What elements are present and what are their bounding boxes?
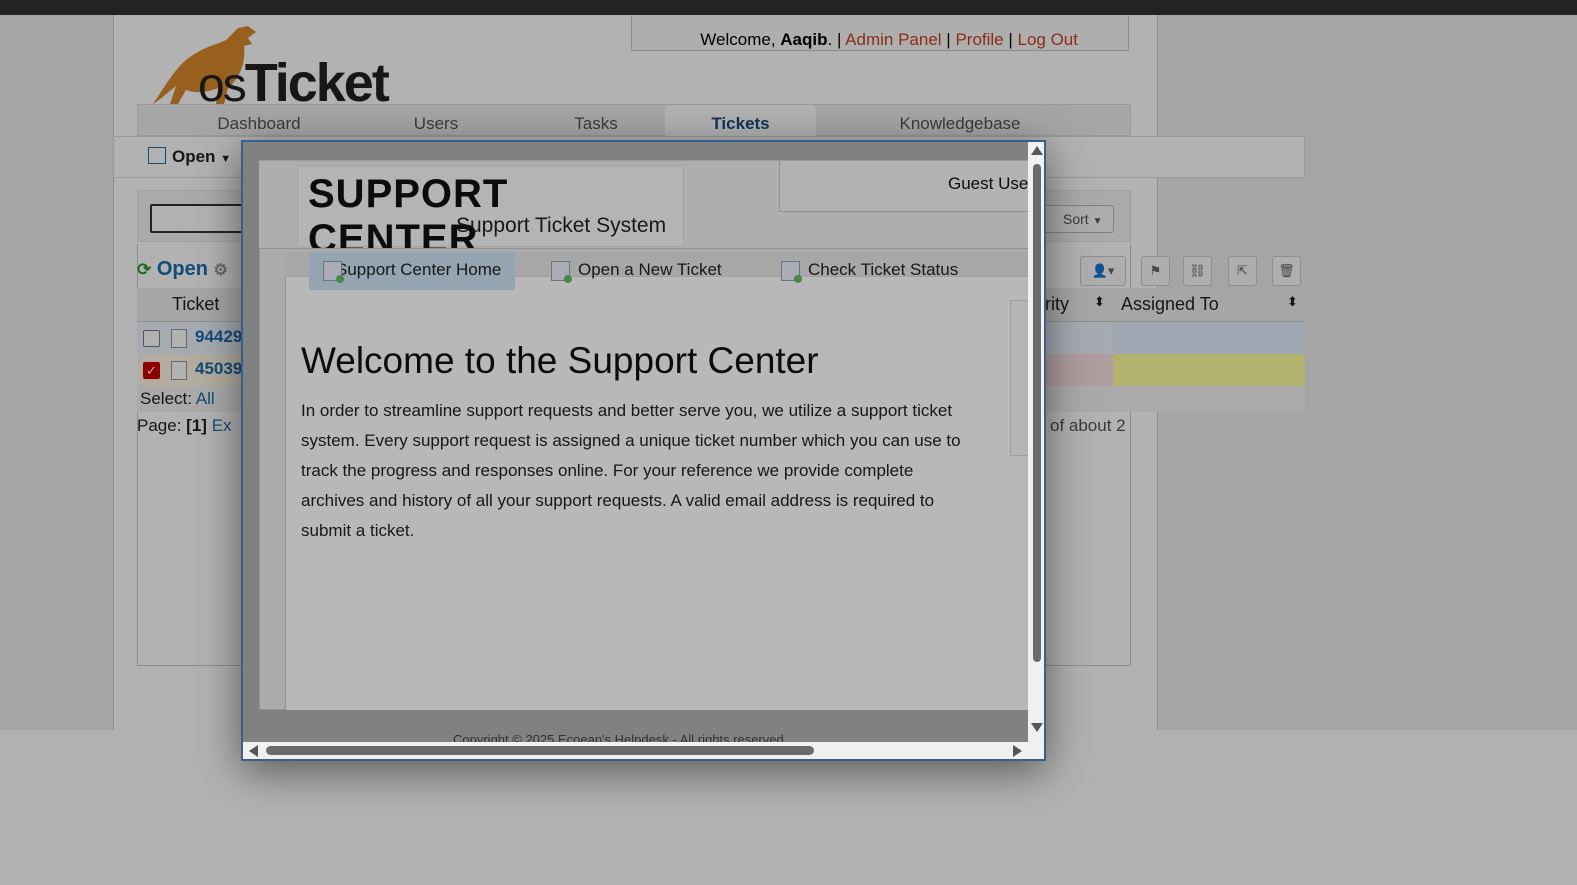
nav-open-new-ticket[interactable]: Open a New Ticket	[551, 252, 722, 290]
scroll-left-icon[interactable]	[249, 745, 258, 757]
nav-label: Check Ticket Status	[808, 260, 959, 279]
support-center-nav: Support Center Home Open a New Ticket Ch…	[285, 252, 1028, 290]
support-center-header: SUPPORT CENTER Support Ticket System Gue…	[259, 160, 1028, 261]
nav-label: Support Center Home	[336, 260, 502, 279]
support-center-logo[interactable]: SUPPORT CENTER Support Ticket System	[297, 165, 684, 261]
vertical-scrollbar[interactable]	[1028, 142, 1044, 742]
ticket-status-icon	[781, 260, 802, 283]
guest-user-label: Guest User	[948, 174, 1028, 193]
copyright-footer: Copyright © 2025 Ecoeap's Helpdesk - All…	[453, 732, 788, 742]
new-ticket-icon	[551, 260, 572, 283]
guest-user-box: Guest User	[779, 161, 1028, 212]
horizontal-scroll-thumb[interactable]	[266, 746, 814, 755]
home-icon	[323, 260, 344, 283]
scroll-up-icon[interactable]	[1031, 146, 1043, 155]
sidebar-box	[1010, 300, 1028, 456]
dialog-viewport: SUPPORT CENTER Support Ticket System Gue…	[243, 142, 1028, 742]
support-center-dialog: SUPPORT CENTER Support Ticket System Gue…	[241, 140, 1046, 761]
logo-subtitle: Support Ticket System	[456, 214, 667, 237]
scrollbar-corner	[1028, 742, 1044, 759]
vertical-scroll-thumb[interactable]	[1033, 164, 1041, 662]
nav-support-center-home[interactable]: Support Center Home	[309, 252, 516, 290]
page-title: Welcome to the Support Center	[301, 340, 819, 381]
scroll-down-icon[interactable]	[1031, 723, 1043, 732]
intro-text: In order to streamline support requests …	[301, 401, 961, 540]
scroll-right-icon[interactable]	[1013, 745, 1022, 757]
nav-check-ticket-status[interactable]: Check Ticket Status	[781, 252, 958, 290]
nav-label: Open a New Ticket	[578, 260, 722, 279]
horizontal-scrollbar[interactable]	[243, 742, 1028, 759]
